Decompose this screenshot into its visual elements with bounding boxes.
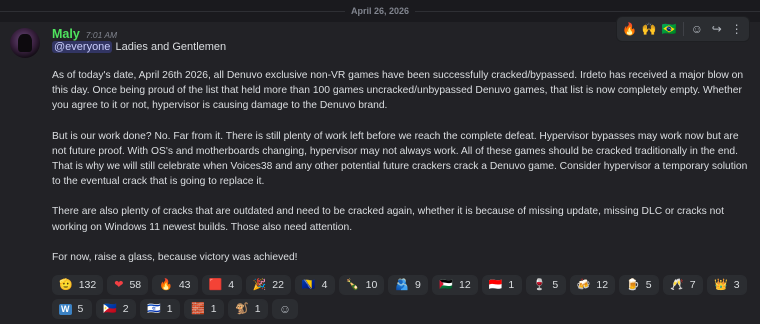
reaction-emoji: 🇧🇦	[301, 278, 316, 291]
reaction-pill[interactable]: 🍷 5	[525, 275, 566, 295]
greeting-text: Ladies and Gentlemen	[112, 41, 227, 53]
reaction-emoji: 🔥	[159, 278, 173, 291]
reaction-count: 43	[178, 279, 191, 291]
reaction-count: 9	[415, 279, 421, 291]
raised-hands-reaction-button[interactable]: 🙌	[641, 20, 658, 38]
paragraph: For now, raise a glass, because victory …	[52, 251, 298, 263]
reaction-count: 22	[272, 279, 284, 291]
reaction-count: 12	[459, 279, 471, 291]
reaction-count: 58	[129, 279, 142, 291]
reaction-emoji: ❤	[114, 278, 124, 291]
brazil-flag-reaction-button[interactable]: 🇧🇷	[661, 20, 678, 38]
reaction-pill[interactable]: ❤ 58	[107, 275, 149, 295]
forward-icon[interactable]: ↪	[708, 20, 725, 38]
reaction-emoji: 🍾	[345, 278, 360, 291]
reaction-pill[interactable]: 🇮🇱 1	[140, 299, 180, 319]
reaction-pill[interactable]: 🍻 12	[569, 275, 616, 295]
fire-reaction-button[interactable]: 🔥	[621, 20, 638, 38]
paragraph: There are also plenty of cracks that are…	[52, 206, 724, 233]
reaction-pill[interactable]: 🟥 4	[201, 275, 242, 295]
more-options-icon[interactable]: ⋮	[728, 20, 745, 38]
reaction-emoji: 🇮🇩	[488, 278, 503, 291]
timestamp[interactable]: 7:01 AM	[86, 30, 117, 40]
reaction-pill[interactable]: 🇵🇭 2	[96, 299, 136, 319]
reaction-emoji: 🎉	[252, 278, 267, 291]
reaction-emoji: 🫡	[59, 278, 73, 291]
reaction-pill[interactable]: W5	[52, 299, 92, 319]
reaction-pill[interactable]: 🇮🇩 1	[481, 275, 522, 295]
reaction-emoji: 🫂	[395, 278, 410, 291]
reaction-count: 1	[254, 303, 261, 315]
paragraph: But is our work done? No. Far from it. T…	[52, 130, 748, 188]
reaction-count: 3	[733, 279, 740, 291]
reaction-pill[interactable]: 🇧🇦 4	[294, 275, 335, 295]
username[interactable]: Maly	[52, 27, 80, 41]
paragraph: As of today's date, April 26th 2026, all…	[52, 70, 744, 112]
reaction-emoji: 🇵🇸	[439, 278, 454, 291]
reaction-pill[interactable]: 🧱 1	[184, 299, 224, 319]
reaction-count: 12	[596, 279, 609, 291]
reaction-emoji: 🇮🇱	[147, 302, 161, 315]
reaction-pill[interactable]: 🫡 132	[52, 275, 104, 295]
avatar[interactable]	[10, 28, 40, 58]
message-header: Maly 7:01 AM	[52, 27, 117, 41]
reaction-emoji: 🍷	[532, 278, 547, 291]
reaction-emoji: 🟥	[208, 278, 223, 291]
reaction-pill[interactable]: 🐒 1	[228, 299, 268, 319]
reaction-pill[interactable]: 🥂 7	[663, 275, 704, 295]
reaction-emoji: 🧱	[191, 302, 205, 315]
reaction-pill[interactable]: 🇵🇸 12	[432, 275, 478, 295]
add-reaction-icon[interactable]: ☺	[688, 20, 705, 38]
reaction-pill[interactable]: 🎉 22	[245, 275, 291, 295]
reaction-count: 7	[689, 279, 696, 291]
add-reaction-icon[interactable]: ☺	[272, 299, 298, 319]
reaction-pill[interactable]: 🍾 10	[338, 275, 385, 295]
reaction-pill[interactable]: 🫂 9	[388, 275, 429, 295]
message[interactable]: Maly 7:01 AM @everyone Ladies and Gentle…	[0, 16, 760, 324]
message-first-line: @everyone Ladies and Gentlemen	[52, 41, 226, 53]
reaction-pill[interactable]: 🔥 43	[152, 275, 198, 295]
toolbar-separator	[682, 22, 684, 36]
reaction-emoji: W	[59, 303, 72, 315]
message-body: As of today's date, April 26th 2026, all…	[52, 68, 752, 280]
reaction-count: 132	[78, 279, 97, 291]
reaction-emoji: 🇵🇭	[103, 302, 117, 315]
reaction-count: 1	[210, 303, 217, 315]
reaction-count: 5	[645, 279, 652, 291]
message-hover-toolbar: 🔥 🙌 🇧🇷 ☺ ↪ ⋮	[616, 16, 750, 42]
reaction-pill[interactable]: 👑 3	[707, 275, 748, 295]
reaction-emoji: 🍺	[626, 278, 640, 291]
reaction-count: 4	[228, 279, 235, 291]
reaction-emoji: 🥂	[670, 278, 684, 291]
everyone-mention[interactable]: @everyone	[52, 41, 113, 53]
reaction-count: 2	[122, 303, 129, 315]
reaction-count: 5	[77, 303, 84, 315]
reaction-count: 1	[166, 303, 173, 315]
reaction-emoji: 🐒	[235, 302, 249, 315]
reaction-count: 1	[508, 279, 515, 291]
reaction-emoji: 🍻	[576, 278, 591, 291]
reaction-count: 10	[365, 279, 378, 291]
reaction-pill[interactable]: 🍺 5	[619, 275, 660, 295]
date-label: April 26, 2026	[344, 6, 416, 16]
reactions-bar: 🫡 132 ❤ 58 🔥 43 🟥 4 🎉 22 🇧🇦 4 🍾 10 🫂 9 🇵🇸 12 🇮🇩 1 …	[52, 275, 752, 319]
reaction-count: 5	[552, 279, 559, 291]
reaction-count: 4	[321, 279, 328, 291]
reaction-emoji: 👑	[714, 278, 728, 291]
